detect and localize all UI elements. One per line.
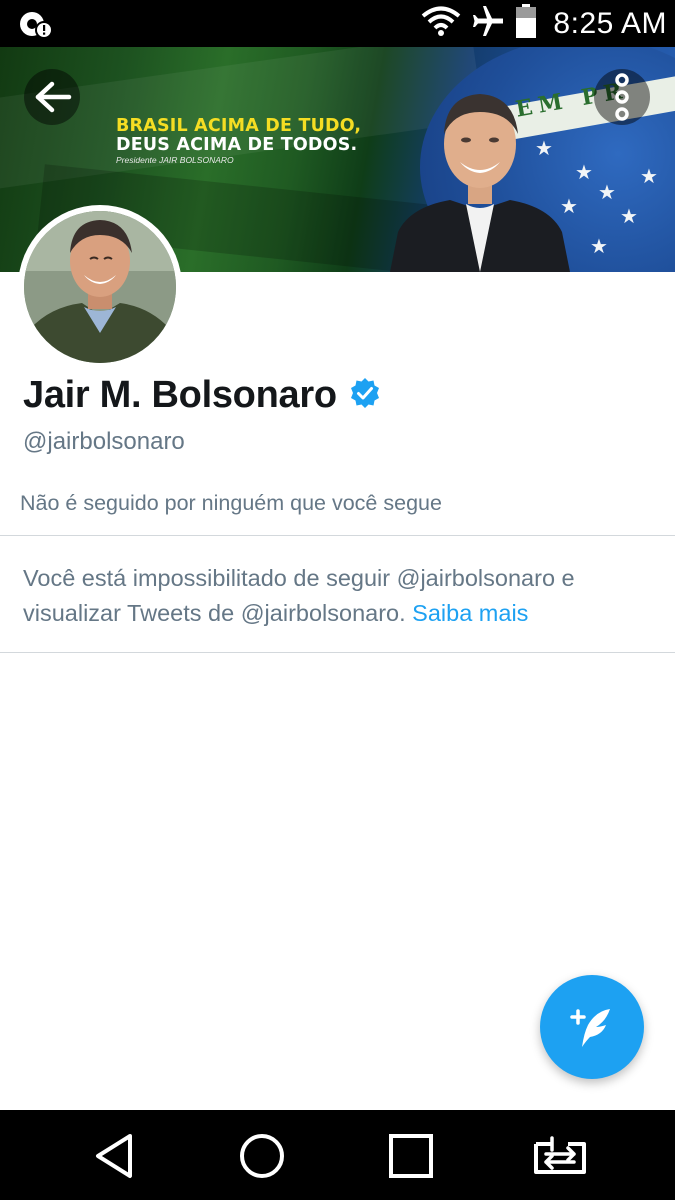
followers-you-know-text: Não é seguido por ninguém que você segue: [20, 491, 442, 515]
star-icon: ★: [598, 182, 616, 204]
star-icon: ★: [640, 166, 658, 188]
divider: [0, 652, 675, 653]
profile-handle: @jairbolsonaro: [23, 428, 185, 455]
display-name: Jair M. Bolsonaro: [23, 373, 337, 416]
divider: [0, 535, 675, 536]
compose-tweet-icon: [570, 1009, 610, 1047]
notification-alert-icon: [18, 8, 54, 40]
banner-portrait-image: [390, 94, 570, 272]
nav-home-button[interactable]: [234, 1128, 290, 1184]
verified-badge-icon: [349, 377, 381, 414]
banner-headline-line1: BRASIL ACIMA DE TUDO,: [116, 116, 362, 136]
back-triangle-icon: [96, 1134, 132, 1178]
banner-headline-line2: DEUS ACIMA DE TODOS.: [116, 135, 358, 155]
switch-app-icon: [534, 1136, 586, 1174]
back-button[interactable]: [24, 69, 80, 125]
compose-tweet-button[interactable]: [540, 975, 644, 1079]
nav-recents-button[interactable]: [383, 1128, 439, 1184]
banner-caption: Presidente JAIR BOLSONARO: [116, 155, 234, 165]
learn-more-link[interactable]: Saiba mais: [412, 600, 528, 626]
home-circle-icon: [240, 1134, 284, 1178]
blocked-notice: Você está impossibilitado de seguir @jai…: [23, 561, 663, 631]
name-row: Jair M. Bolsonaro: [23, 370, 381, 420]
system-nav-bar: [0, 1110, 675, 1200]
avatar-photo: [24, 211, 176, 363]
more-options-button[interactable]: [594, 69, 650, 125]
airplane-mode-icon: [471, 4, 505, 43]
arrow-left-icon: [35, 81, 72, 113]
status-bar: 8:25 AM: [0, 0, 675, 47]
star-icon: ★: [620, 206, 638, 228]
battery-icon: [515, 3, 537, 44]
more-vertical-icon: [615, 73, 629, 121]
status-time: 8:25 AM: [553, 6, 667, 40]
wifi-icon: [421, 5, 461, 42]
star-icon: ★: [590, 236, 608, 258]
nav-back-button[interactable]: [86, 1128, 142, 1184]
nav-switch-app-button[interactable]: [532, 1128, 588, 1184]
profile-avatar[interactable]: [18, 205, 182, 369]
recents-square-icon: [389, 1134, 433, 1178]
